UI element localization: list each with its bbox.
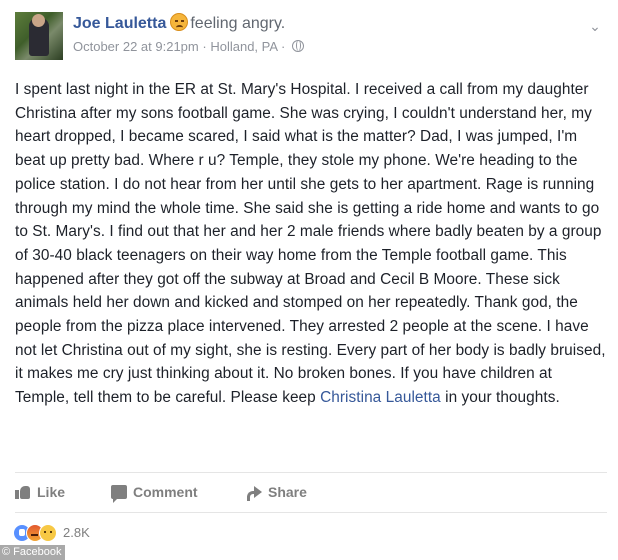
author-name[interactable]: Joe Lauletta bbox=[73, 15, 166, 32]
author-avatar[interactable] bbox=[15, 12, 63, 60]
sad-reaction-icon bbox=[39, 524, 57, 542]
meta-separator: · bbox=[202, 39, 207, 54]
divider bbox=[15, 472, 607, 473]
comment-button[interactable]: Comment bbox=[111, 478, 198, 506]
post-actions: Like Comment Share bbox=[15, 478, 607, 506]
post-text: I spent last night in the ER at St. Mary… bbox=[15, 81, 606, 407]
author-line: Joe Lauletta feeling angry. bbox=[73, 13, 285, 33]
share-button[interactable]: Share bbox=[246, 478, 307, 506]
facebook-post: Joe Lauletta feeling angry. October 22 at… bbox=[0, 0, 618, 560]
post-text-end: in your thoughts. bbox=[440, 389, 560, 407]
chevron-down-icon[interactable]: ⌄ bbox=[585, 16, 605, 36]
post-header: Joe Lauletta feeling angry. October 22 at… bbox=[15, 12, 605, 60]
share-label: Share bbox=[268, 484, 307, 500]
post-location[interactable]: Holland, PA bbox=[210, 39, 277, 54]
like-label: Like bbox=[37, 484, 66, 500]
tagged-person-link[interactable]: Christina Lauletta bbox=[320, 389, 441, 406]
divider bbox=[15, 512, 607, 513]
post-body: I spent last night in the ER at St. Mary… bbox=[15, 78, 607, 410]
comment-label: Comment bbox=[133, 484, 198, 500]
share-arrow-icon bbox=[246, 485, 262, 501]
reaction-count: 2.8K bbox=[63, 525, 90, 540]
avatar-head bbox=[32, 14, 45, 27]
like-button[interactable]: Like bbox=[15, 478, 65, 506]
globe-icon[interactable] bbox=[291, 40, 304, 52]
thumbs-up-icon bbox=[15, 485, 31, 499]
image-watermark: © Facebook bbox=[0, 545, 66, 560]
meta-separator-2: · bbox=[280, 39, 286, 54]
post-timestamp[interactable]: October 22 at 9:21pm bbox=[73, 39, 199, 54]
comment-icon bbox=[111, 485, 127, 503]
post-meta: October 22 at 9:21pm · Holland, PA · bbox=[73, 39, 304, 54]
angry-face-icon bbox=[170, 13, 189, 31]
feeling-text: feeling angry. bbox=[190, 15, 286, 32]
